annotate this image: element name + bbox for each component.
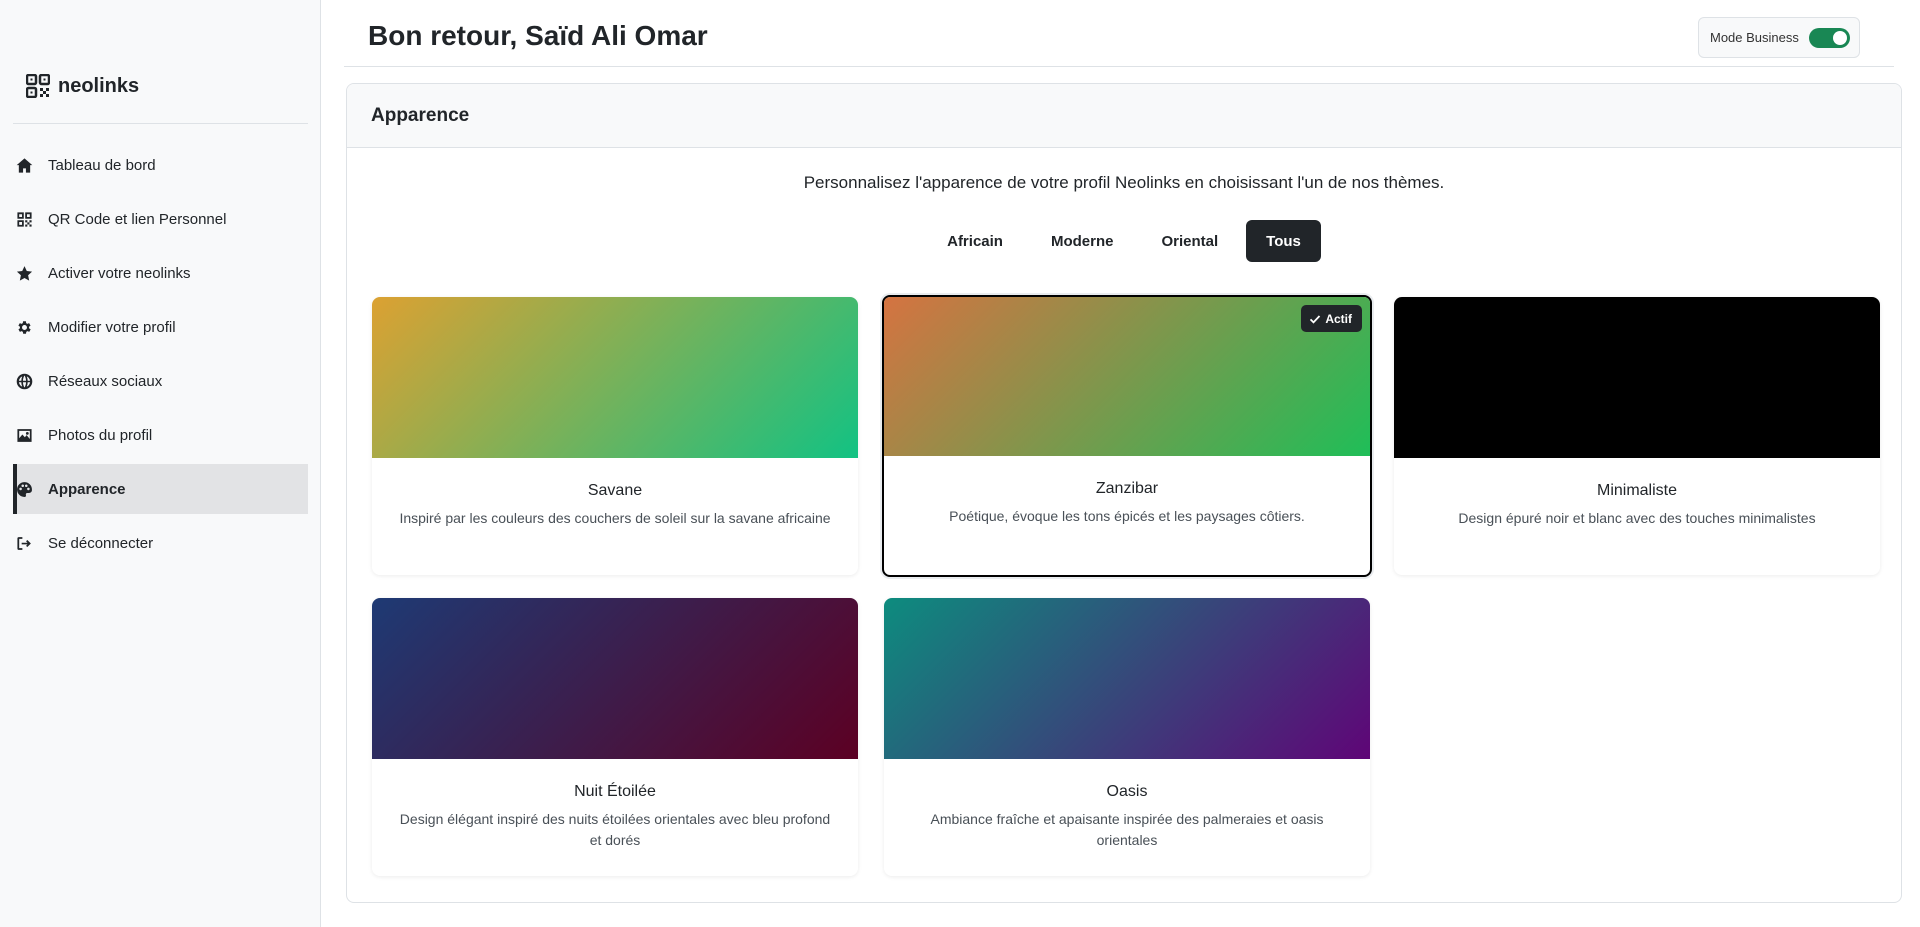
business-mode-label: Mode Business [1710, 30, 1799, 45]
sidebar-item-label: Réseaux sociaux [48, 372, 163, 390]
filter-africain-button[interactable]: Africain [927, 220, 1023, 262]
appearance-intro: Personnalisez l'apparence de votre profi… [803, 173, 1445, 192]
theme-filters: Africain Moderne Oriental Tous [347, 220, 1901, 262]
theme-description: Design épuré noir et blanc avec des touc… [1458, 510, 1816, 526]
qrcode-icon [26, 74, 50, 98]
theme-name: Zanzibar [1095, 480, 1159, 497]
gear-icon [13, 318, 35, 336]
qrcode-icon [13, 210, 35, 228]
theme-preview [372, 598, 858, 759]
theme-card-savane[interactable]: Savane Inspiré par les couleurs des couc… [372, 297, 858, 575]
sidebar-nav: Tableau de bord QR Code et lien Personne… [13, 140, 308, 572]
active-badge-label: Actif [1325, 311, 1352, 326]
sidebar-item-logout[interactable]: Se déconnecter [13, 518, 308, 568]
theme-card-nuit-etoilee[interactable]: Nuit Étoilée Design élégant inspiré des … [372, 598, 858, 876]
sidebar-item-qrcode[interactable]: QR Code et lien Personnel [13, 194, 308, 244]
sidebar-item-label: Activer votre neolinks [48, 264, 191, 282]
theme-name: Minimaliste [1596, 482, 1677, 499]
sidebar-item-label: Se déconnecter [48, 534, 154, 552]
sidebar-item-appearance[interactable]: Apparence [13, 464, 308, 514]
appearance-card: Apparence Personnalisez l'apparence de v… [346, 83, 1902, 903]
palette-icon [13, 480, 35, 498]
filter-tous-button[interactable]: Tous [1246, 220, 1321, 262]
sidebar-item-dashboard[interactable]: Tableau de bord [13, 140, 308, 190]
filter-moderne-button[interactable]: Moderne [1031, 220, 1134, 262]
home-icon [13, 156, 35, 174]
theme-preview [372, 297, 858, 458]
theme-preview [884, 297, 1370, 456]
sidebar-item-label: Photos du profil [48, 426, 153, 444]
divider [13, 123, 308, 124]
check-icon [1310, 314, 1321, 324]
brand-name: neolinks [58, 74, 140, 97]
theme-preview [884, 598, 1370, 759]
toggle-knob [1832, 30, 1847, 45]
sidebar-item-label: QR Code et lien Personnel [48, 210, 227, 228]
star-icon [13, 264, 35, 282]
globe-icon [13, 372, 35, 390]
theme-card-oasis[interactable]: Oasis Ambiance fraîche et apaisante insp… [884, 598, 1370, 876]
card-title: Apparence [347, 84, 1901, 148]
brand-logo[interactable]: neolinks [26, 72, 139, 100]
sidebar-item-label: Modifier votre profil [48, 318, 176, 336]
theme-description: Inspiré par les couleurs des couchers de… [399, 510, 831, 526]
theme-preview [1394, 297, 1880, 458]
sidebar-item-label: Tableau de bord [48, 156, 156, 174]
sidebar-item-label: Apparence [48, 480, 126, 498]
image-icon [13, 426, 35, 444]
page-title: Bon retour, Saïd Ali Omar [368, 20, 708, 51]
filter-oriental-button[interactable]: Oriental [1141, 220, 1238, 262]
sidebar: neolinks Tableau de bord QR Code et lien… [0, 0, 321, 927]
active-badge: Actif [1301, 305, 1362, 332]
sidebar-item-photos[interactable]: Photos du profil [13, 410, 308, 460]
sidebar-item-social[interactable]: Réseaux sociaux [13, 356, 308, 406]
theme-card-zanzibar[interactable]: Actif Zanzibar Poétique, évoque les tons… [882, 295, 1372, 577]
page-header: Bon retour, Saïd Ali Omar Mode Business [344, 0, 1894, 67]
theme-name: Nuit Étoilée [574, 783, 656, 800]
theme-card-minimaliste[interactable]: Minimaliste Design épuré noir et blanc a… [1394, 297, 1880, 575]
business-mode-toggle[interactable] [1808, 27, 1850, 48]
sidebar-item-activate[interactable]: Activer votre neolinks [13, 248, 308, 298]
theme-description: Design élégant inspiré des nuits étoilée… [399, 811, 831, 848]
business-mode-switch: Mode Business [1698, 17, 1860, 58]
logout-icon [13, 534, 35, 552]
theme-description: Ambiance fraîche et apaisante inspirée d… [930, 811, 1324, 848]
theme-name: Oasis [1106, 783, 1148, 800]
theme-name: Savane [587, 482, 643, 499]
theme-description: Poétique, évoque les tons épicés et les … [949, 508, 1305, 524]
sidebar-item-edit-profile[interactable]: Modifier votre profil [13, 302, 308, 352]
